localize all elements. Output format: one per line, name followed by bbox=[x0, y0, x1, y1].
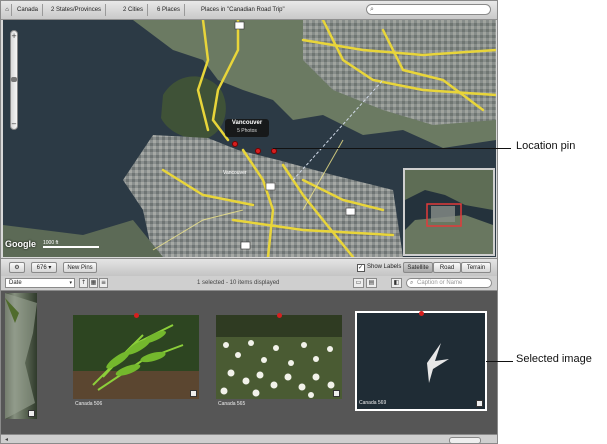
photo-places-window: ⌂ Canada 2 States/Provinces 2 Cities 6 P… bbox=[0, 0, 498, 444]
location-pin bbox=[419, 311, 424, 316]
location-pin bbox=[134, 313, 139, 318]
overview-map[interactable] bbox=[403, 168, 495, 256]
grid-view-button[interactable]: ▦ bbox=[89, 278, 98, 288]
action-gear-button[interactable]: ⚙ bbox=[9, 262, 25, 273]
zoom-thumbnail-slider[interactable] bbox=[449, 437, 481, 444]
filter-field[interactable]: ⌕ Caption or Name bbox=[406, 278, 492, 288]
adjustment-badge-icon bbox=[476, 400, 483, 407]
crumb-country[interactable]: Canada bbox=[13, 4, 43, 16]
search-field[interactable]: ⌕ bbox=[366, 4, 491, 15]
view-terrain-button[interactable]: Terrain bbox=[461, 262, 491, 273]
selected-image-callout: Selected image bbox=[516, 353, 592, 365]
path-bar: ⌂ Canada 2 States/Provinces 2 Cities 6 P… bbox=[1, 1, 497, 20]
location-pin bbox=[277, 313, 282, 318]
map-toolbar: ⚙ 676 ▾ New Pins ✓Show Labels Satellite … bbox=[1, 258, 497, 277]
pin-tooltip: Vancouver 5 Photos bbox=[225, 119, 269, 137]
location-pin[interactable] bbox=[232, 141, 238, 147]
sort-select-value: Date bbox=[9, 280, 22, 286]
adjustment-badge-icon bbox=[190, 390, 197, 397]
place-popup-value: 676 bbox=[37, 265, 47, 271]
crumb-places[interactable]: 6 Places bbox=[153, 4, 185, 16]
bottom-bar: ◂ bbox=[1, 434, 497, 444]
filter-toggle-button[interactable]: ◧ bbox=[391, 278, 402, 288]
thumbnail-caption: Canada 569 bbox=[359, 400, 386, 407]
image-thumbnail[interactable] bbox=[5, 293, 37, 419]
show-labels-checkbox[interactable]: ✓ bbox=[357, 264, 365, 272]
adjustment-badge-icon bbox=[333, 390, 340, 397]
show-labels-toggle[interactable]: ✓Show Labels bbox=[357, 262, 401, 273]
show-labels-label: Show Labels bbox=[367, 264, 401, 270]
new-pins-button[interactable]: New Pins bbox=[63, 262, 97, 273]
image-browser: Canada 506 bbox=[1, 291, 497, 434]
view-satellite-button[interactable]: Satellite bbox=[403, 262, 433, 273]
image-thumbnail[interactable]: Canada 565 bbox=[216, 315, 342, 399]
zoom-slider[interactable]: + − bbox=[10, 30, 18, 130]
search-icon: ⌕ bbox=[410, 279, 413, 287]
zoom-slider-thumb[interactable] bbox=[11, 77, 17, 82]
scale-bar bbox=[43, 246, 99, 248]
filter-placeholder: Caption or Name bbox=[417, 280, 462, 286]
location-pin-callout: Location pin bbox=[516, 140, 575, 152]
map-scale: 1000 ft bbox=[43, 240, 99, 248]
zoom-out-icon[interactable]: − bbox=[11, 120, 17, 128]
crumb-cities[interactable]: 2 Cities bbox=[119, 4, 148, 16]
city-label: Vancouver bbox=[223, 170, 247, 176]
google-logo: Google bbox=[5, 239, 36, 249]
pin-tooltip-count: 5 Photos bbox=[225, 128, 269, 135]
image-thumbnail[interactable]: Canada 506 bbox=[73, 315, 199, 399]
sort-select[interactable]: Date ▾ bbox=[5, 278, 75, 288]
thumbnail-caption: Canada 565 bbox=[218, 401, 245, 408]
list-view-button[interactable]: ≡ bbox=[99, 278, 108, 288]
places-title: Places in "Canadian Road Trip" bbox=[201, 4, 285, 16]
chevron-down-icon: ▾ bbox=[69, 279, 72, 287]
zoom-in-icon[interactable]: + bbox=[11, 32, 17, 40]
overview-map-image bbox=[405, 170, 493, 254]
crumb-states[interactable]: 2 States/Provinces bbox=[47, 4, 106, 16]
location-pin[interactable] bbox=[255, 148, 261, 154]
place-popup[interactable]: 676 ▾ bbox=[31, 262, 57, 273]
filmstrip-button[interactable]: ▤ bbox=[366, 278, 377, 288]
search-icon: ⌕ bbox=[370, 5, 374, 14]
view-road-button[interactable]: Road bbox=[433, 262, 461, 273]
home-icon[interactable]: ⌂ bbox=[3, 4, 12, 16]
sort-ascending-button[interactable]: ↑ bbox=[79, 278, 88, 288]
browser-status: 1 selected - 10 items displayed bbox=[197, 278, 279, 288]
gear-icon: ⚙ bbox=[14, 265, 19, 271]
scroll-left-icon[interactable]: ◂ bbox=[5, 436, 8, 443]
thumbnail-caption: Canada 506 bbox=[75, 401, 102, 408]
browser-toolbar: Date ▾ ↑ ▦ ≡ 1 selected - 10 items displ… bbox=[1, 276, 497, 291]
adjustment-badge-icon bbox=[28, 410, 35, 417]
pin-tooltip-title: Vancouver bbox=[225, 119, 269, 128]
map-view[interactable]: + − Vancouver 5 Photos Vancouver Google … bbox=[3, 20, 496, 257]
selected-image-callout-line bbox=[486, 361, 513, 362]
image-thumbnail-selected[interactable]: Canada 569 bbox=[357, 313, 485, 409]
location-pin-callout-line bbox=[273, 148, 511, 149]
thumbnail-size-button[interactable]: ▭ bbox=[353, 278, 364, 288]
